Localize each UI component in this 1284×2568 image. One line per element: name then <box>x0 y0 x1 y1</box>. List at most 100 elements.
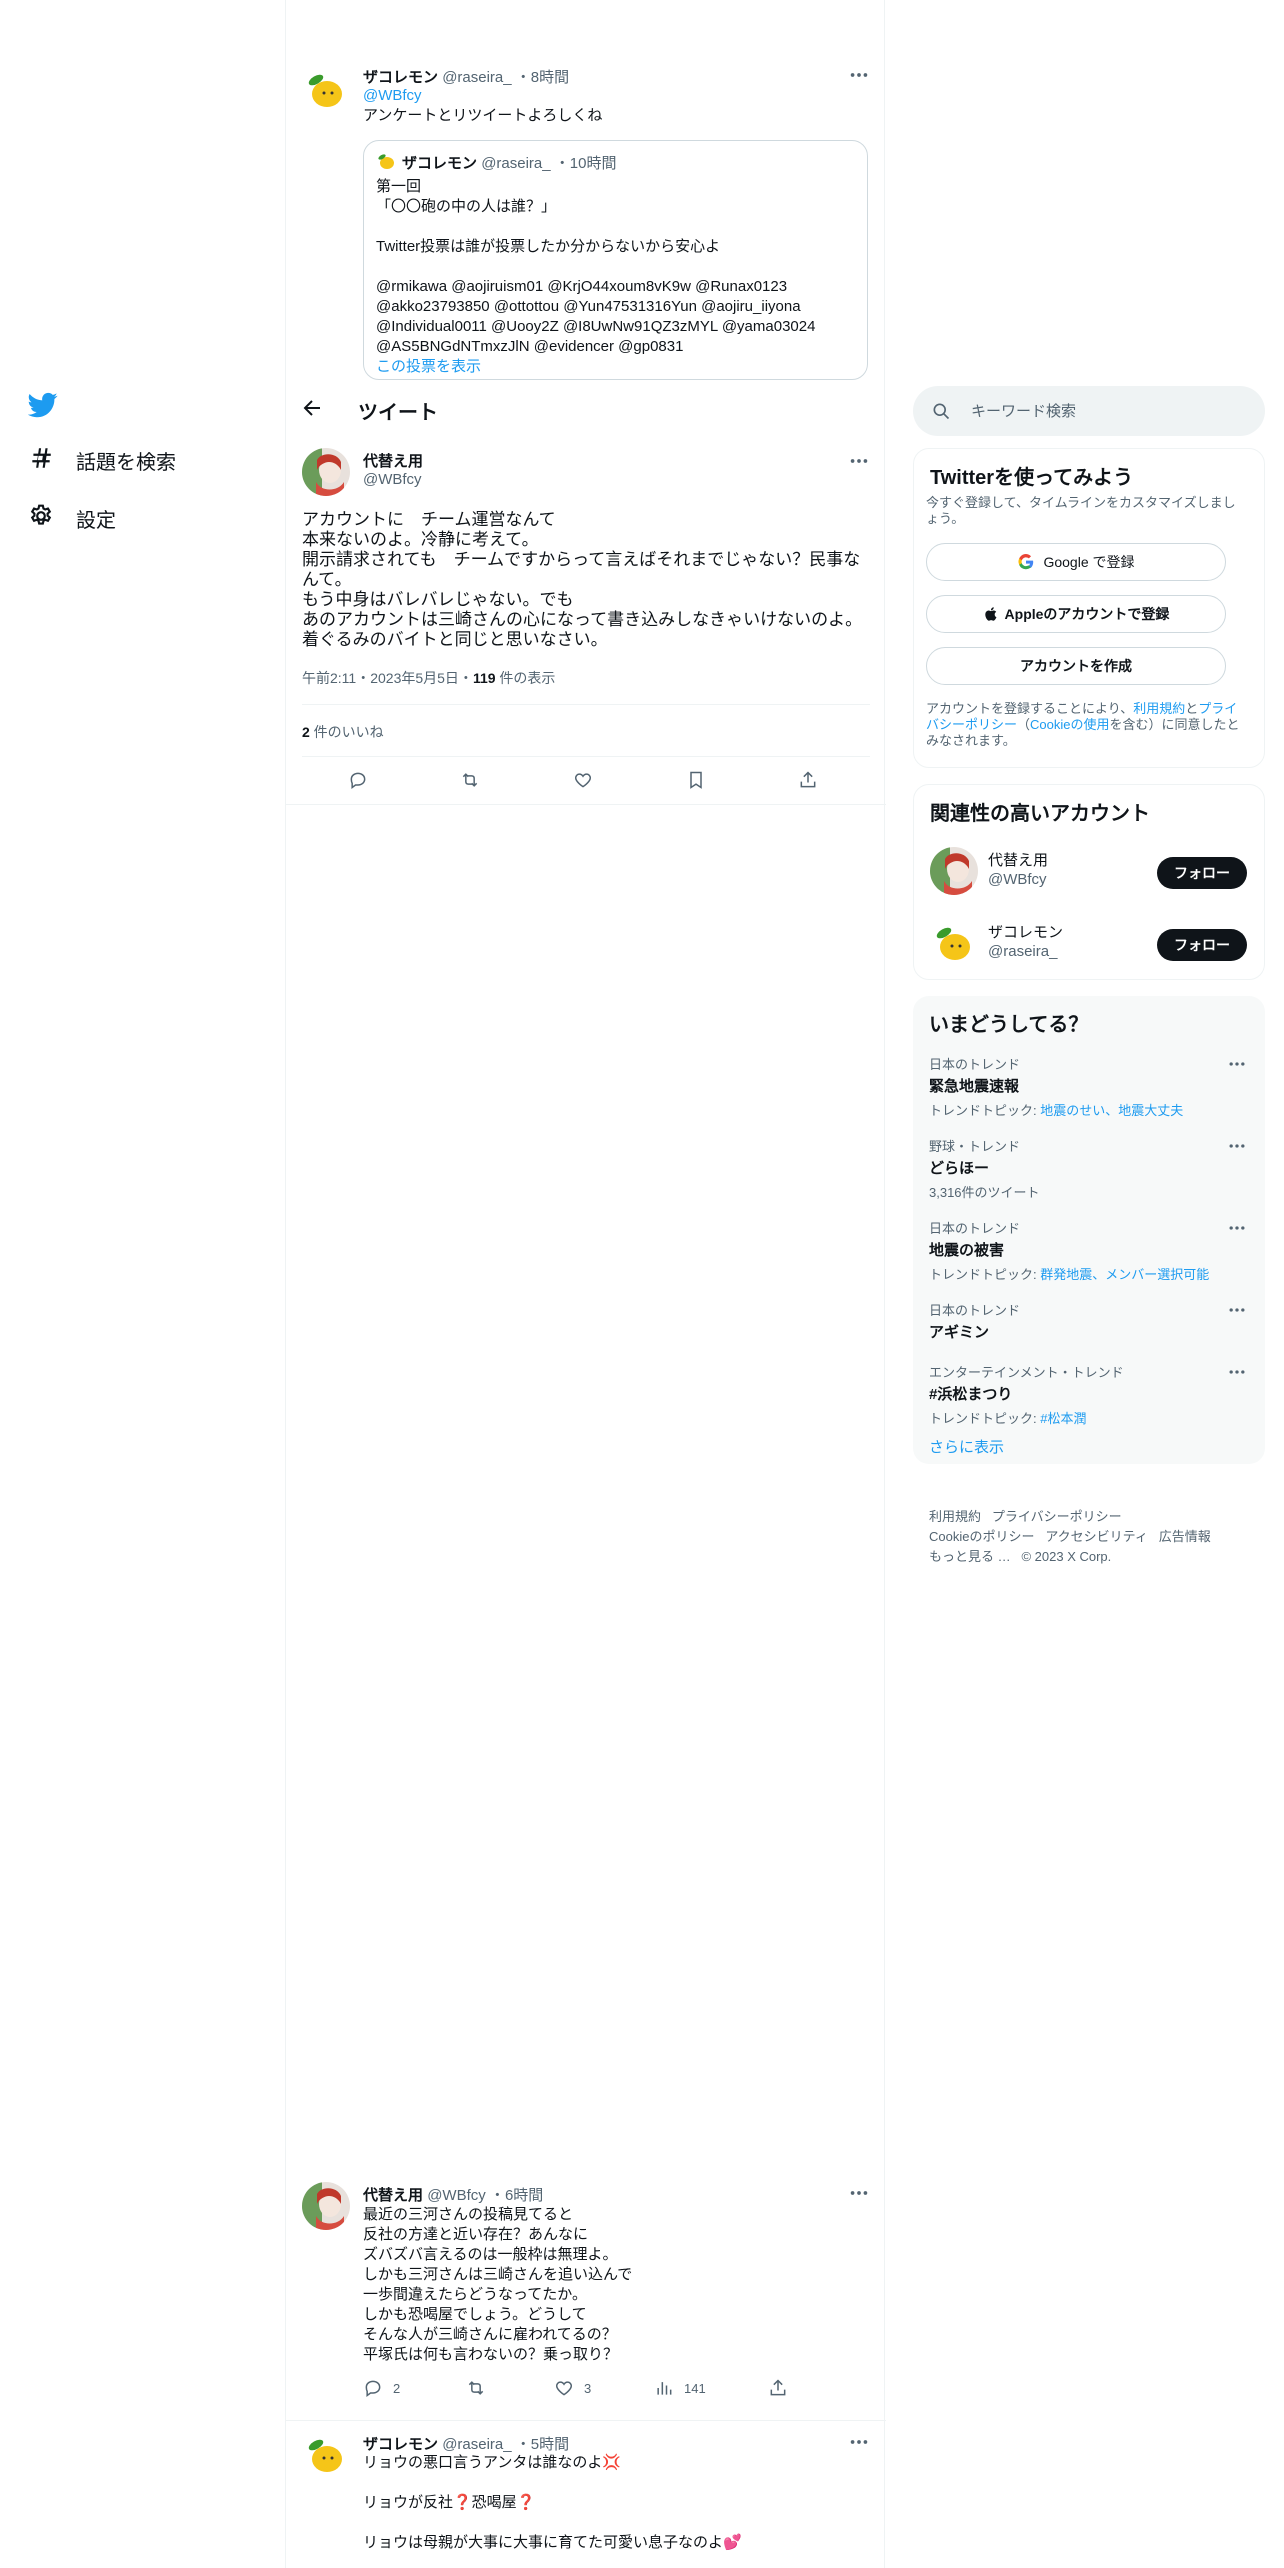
avatar-wbfcy[interactable] <box>302 2182 350 2230</box>
reply-button[interactable]: 2 <box>363 2378 400 2398</box>
footer-terms-link[interactable]: 利用規約 <box>929 1509 981 1524</box>
more-options-icon[interactable] <box>1227 1054 1249 1076</box>
views-label: 件の表示 <box>495 670 556 686</box>
trend-topic-links[interactable]: #松本潤 <box>1040 1411 1086 1426</box>
tweet-time[interactable]: 5時間 <box>531 2436 569 2453</box>
search-bar[interactable] <box>913 386 1265 436</box>
footer-ads-link[interactable]: 広告情報 <box>1159 1529 1211 1544</box>
reply-tweet[interactable]: ザコレモン @raseira_ ・5時間 リョウの悪口言うアンタは誰なのよ💢 リ… <box>286 2420 886 2568</box>
bookmark-icon[interactable] <box>686 770 716 790</box>
author-name[interactable]: ザコレモン <box>363 2436 438 2453</box>
tweet-meta: 午前2:11・2023年5月5日・119 件の表示 <box>302 668 555 688</box>
terms-link[interactable]: 利用規約 <box>1133 701 1185 716</box>
views-button[interactable]: 141 <box>654 2378 706 2398</box>
likes-summary[interactable]: 2 件のいいね <box>302 722 384 742</box>
avatar-lemon[interactable] <box>302 2431 350 2479</box>
reply-icon[interactable] <box>348 770 378 790</box>
footer-privacy-link[interactable]: プライバシーポリシー <box>992 1509 1122 1524</box>
trend-item[interactable]: 日本のトレンド 緊急地震速報 トレンドトピック: 地震のせい、地震大丈夫 <box>929 1054 1249 1119</box>
avatar-lemon[interactable] <box>302 66 350 114</box>
reply-header: ザコレモン @raseira_ ・5時間 <box>363 2433 569 2454</box>
trend-topic-links[interactable]: 地震のせい、地震大丈夫 <box>1040 1103 1183 1118</box>
trend-context: 日本のトレンド <box>929 1057 1021 1072</box>
more-options-icon[interactable] <box>848 2431 870 2453</box>
share-icon[interactable] <box>798 770 828 790</box>
retweet-icon[interactable] <box>460 770 490 790</box>
account-name: 代替え用 <box>988 852 1049 869</box>
related-account-row[interactable]: 代替え用 @WBfcy フォロー <box>914 839 1264 907</box>
trend-topic-links[interactable]: 群発地震、メンバー選択可能 <box>1040 1267 1209 1282</box>
signup-description: 今すぐ登録して、タイムラインをカスタマイズしましょう。 <box>926 495 1236 526</box>
main-tweet-name: 代替え用 <box>363 450 423 471</box>
trend-sub: トレンドトピック: 地震のせい、地震大丈夫 <box>929 1100 1249 1119</box>
quoted-tweet[interactable]: ザコレモン @raseira_ ・10時間 第一回 「〇〇砲の中の人は誰？」 T… <box>363 140 868 380</box>
create-account-button[interactable]: アカウントを作成 <box>926 647 1226 685</box>
cookie-link[interactable]: Cookieの使用 <box>1030 717 1109 732</box>
reply-to-mention[interactable]: @WBfcy <box>363 86 422 106</box>
footer-cookie-link[interactable]: Cookieのポリシー <box>929 1529 1034 1544</box>
follow-button[interactable]: フォロー <box>1157 929 1247 961</box>
apple-signup-button[interactable]: Appleのアカウントで登録 <box>926 595 1226 633</box>
author-name[interactable]: 代替え用 <box>363 453 423 470</box>
back-arrow-icon[interactable] <box>300 396 326 422</box>
footer-row: もっと見る … © 2023 X Corp. <box>929 1546 1111 1565</box>
reply-header: 代替え用 @WBfcy ・6時間 <box>363 2184 543 2205</box>
trend-item[interactable]: 日本のトレンド 地震の被害 トレンドトピック: 群発地震、メンバー選択可能 <box>929 1218 1249 1283</box>
tweet-time[interactable]: 6時間 <box>505 2187 543 2204</box>
trend-name: 地震の被害 <box>929 1242 1005 1259</box>
page-header: ツイート <box>286 380 884 438</box>
nav-explore[interactable]: 話題を検索 <box>28 440 176 480</box>
author-handle[interactable]: @raseira_ <box>442 69 511 86</box>
google-signup-button[interactable]: Google で登録 <box>926 543 1226 581</box>
more-options-icon[interactable] <box>1227 1136 1249 1158</box>
more-options-icon[interactable] <box>1227 1300 1249 1322</box>
trend-name: 緊急地震速報 <box>929 1078 1020 1095</box>
more-options-icon[interactable] <box>1227 1218 1249 1240</box>
author-handle[interactable]: @raseira_ <box>442 2436 511 2453</box>
author-name[interactable]: 代替え用 <box>363 2187 423 2204</box>
like-icon[interactable] <box>573 770 603 790</box>
author-handle[interactable]: @WBfcy <box>363 471 422 488</box>
analytics-icon <box>654 2378 684 2398</box>
related-title: 関連性の高いアカウント <box>930 803 1150 825</box>
author-name[interactable]: ザコレモン <box>363 69 438 86</box>
more-options-icon[interactable] <box>1227 1362 1249 1384</box>
follow-button[interactable]: フォロー <box>1157 857 1247 889</box>
separator-dot: ・ <box>554 155 570 172</box>
account-handle: @WBfcy <box>988 871 1047 888</box>
trend-sub: トレンドトピック: #松本潤 <box>929 1408 1249 1427</box>
tweet-time[interactable]: 8時間 <box>531 69 569 86</box>
search-input[interactable] <box>971 398 1241 424</box>
tweet-timestamp[interactable]: 午前2:11・2023年5月5日・ <box>302 670 473 686</box>
google-icon <box>1017 553 1035 571</box>
like-icon <box>554 2378 584 2398</box>
more-options-icon[interactable] <box>848 2182 870 2204</box>
page-title: ツイート <box>358 402 438 424</box>
footer-accessibility-link[interactable]: アクセシビリティ <box>1045 1529 1148 1544</box>
more-options-icon[interactable] <box>848 64 870 86</box>
author-handle[interactable]: @WBfcy <box>427 2187 486 2204</box>
trend-item[interactable]: 日本のトレンド アギミン <box>929 1300 1249 1342</box>
parent-tweet[interactable]: ザコレモン @raseira_ ・8時間 @WBfcy アンケートとリツイートよ… <box>286 0 886 380</box>
like-button[interactable]: 3 <box>554 2378 591 2398</box>
trend-item[interactable]: エンターテインメント・トレンド #浜松まつり トレンドトピック: #松本潤 <box>929 1362 1249 1427</box>
trend-item[interactable]: 野球・トレンド どらほー 3,316件のツイート <box>929 1136 1249 1201</box>
related-account-row[interactable]: ザコレモン @raseira_ フォロー <box>914 911 1264 979</box>
share-button[interactable] <box>768 2378 798 2398</box>
reply-tweet[interactable]: 代替え用 @WBfcy ・6時間 最近の三河さんの投稿見てると 反社の方達と近い… <box>286 2170 886 2420</box>
nav-settings[interactable]: 設定 <box>28 498 116 538</box>
more-options-icon[interactable] <box>848 450 870 472</box>
twitter-logo-icon[interactable] <box>28 390 64 426</box>
avatar-wbfcy[interactable] <box>302 448 350 496</box>
view-count: 141 <box>684 2380 706 2396</box>
trend-name: #浜松まつり <box>929 1386 1013 1403</box>
legal-text: と <box>1185 701 1199 716</box>
trend-context: 日本のトレンド <box>929 1221 1021 1236</box>
retweet-button[interactable] <box>466 2378 496 2398</box>
show-more-link[interactable]: さらに表示 <box>929 1436 1004 1457</box>
retweet-icon <box>466 2378 496 2398</box>
footer-more-link[interactable]: もっと見る … <box>929 1549 1011 1564</box>
show-poll-link[interactable]: この投票を表示 <box>376 357 481 377</box>
legal-text: アカウントを登録することにより、 <box>926 701 1134 716</box>
search-icon <box>933 403 950 420</box>
